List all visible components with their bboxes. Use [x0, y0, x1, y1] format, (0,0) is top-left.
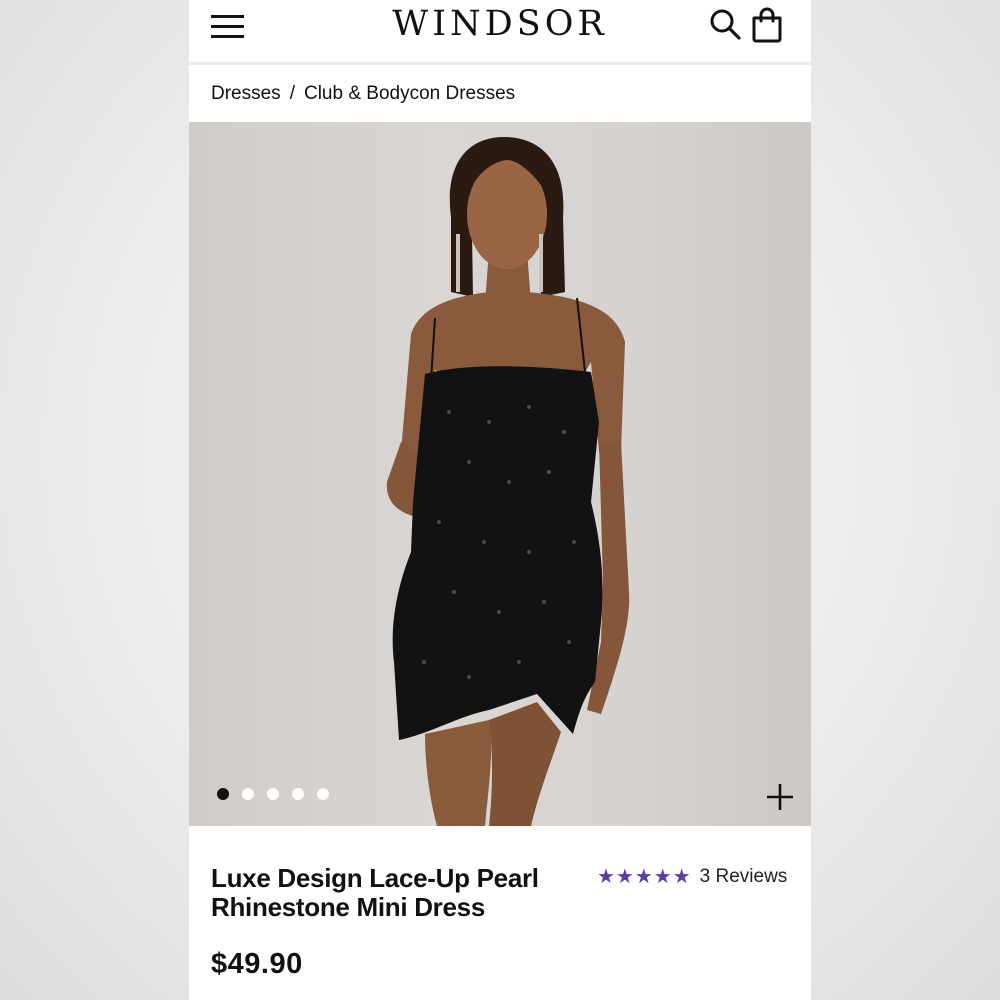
product-page: WINDSOR Dresses / Club & Bodycon Dresses	[189, 0, 811, 1000]
product-info: Luxe Design Lace-Up Pearl Rhinestone Min…	[189, 826, 811, 1000]
product-title: Luxe Design Lace-Up Pearl Rhinestone Min…	[211, 864, 581, 922]
model-photo	[386, 137, 630, 826]
search-icon[interactable]	[709, 8, 743, 42]
site-header: WINDSOR	[189, 0, 811, 65]
breadcrumb: Dresses / Club & Bodycon Dresses	[189, 65, 811, 122]
product-title-line: Rhinestone Mini Dress	[211, 892, 485, 922]
product-title-line: Luxe Design Lace-Up Pearl	[211, 863, 539, 893]
pagination-dot[interactable]	[317, 788, 329, 800]
rating-summary[interactable]: ★★★★★ 3 Reviews	[597, 864, 787, 889]
image-pagination	[217, 788, 329, 800]
breadcrumb-club-bodycon[interactable]: Club & Bodycon Dresses	[304, 83, 515, 105]
breadcrumb-dresses[interactable]: Dresses	[211, 83, 281, 105]
star-rating-icon: ★★★★★	[597, 866, 692, 888]
pagination-dot[interactable]	[292, 788, 304, 800]
pagination-dot[interactable]	[217, 788, 229, 800]
product-image[interactable]	[189, 122, 811, 826]
pagination-dot[interactable]	[242, 788, 254, 800]
reviews-link[interactable]: 3 Reviews	[700, 866, 788, 888]
breadcrumb-separator: /	[289, 82, 295, 104]
product-price: $49.90	[211, 948, 303, 980]
plus-icon[interactable]	[765, 782, 795, 812]
pagination-dot[interactable]	[267, 788, 279, 800]
shopping-bag-icon[interactable]	[751, 7, 783, 43]
